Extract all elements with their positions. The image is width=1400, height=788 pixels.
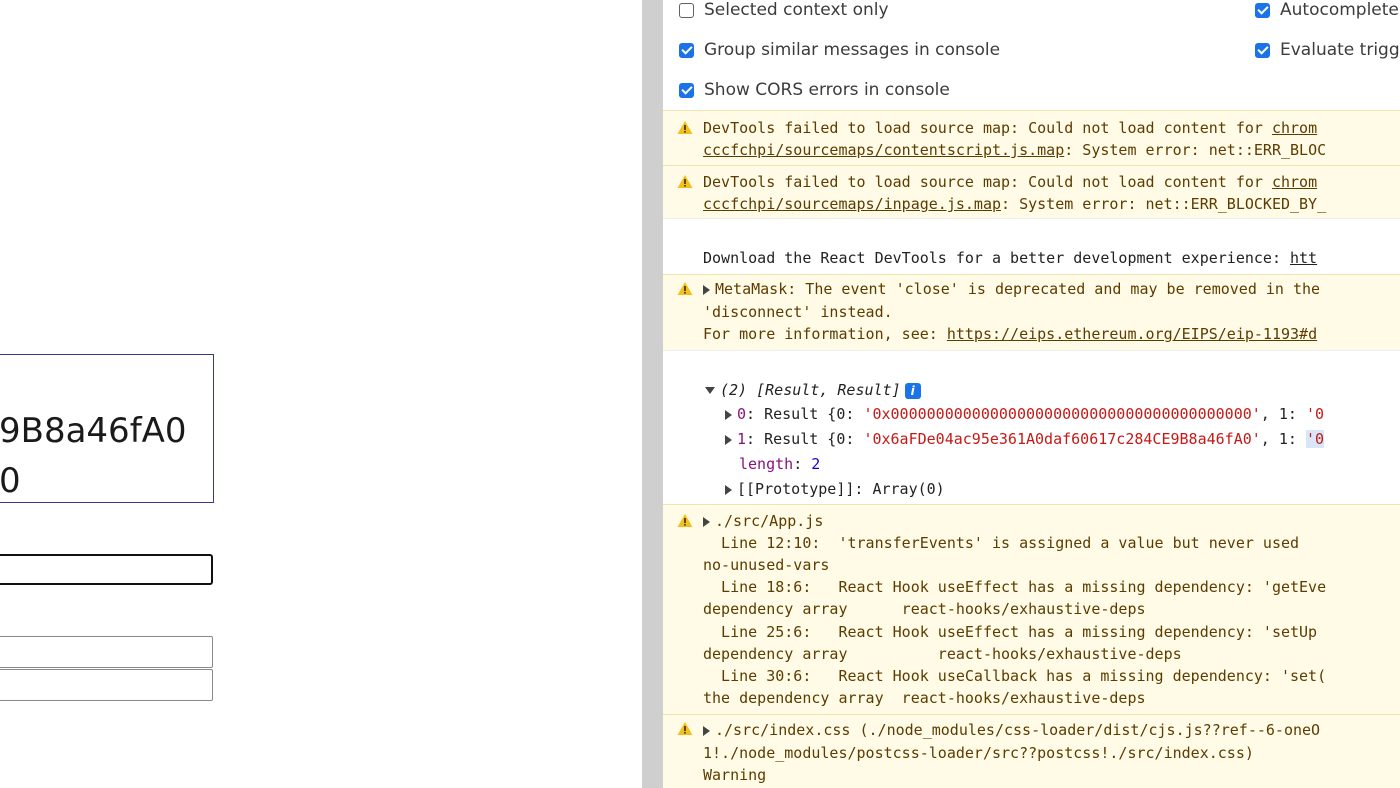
array-prototype[interactable]: [[Prototype]]: Array(0)	[725, 480, 945, 498]
address-display-box: 9B8a46fA0 0	[0, 354, 214, 503]
expand-triangle-icon[interactable]	[703, 284, 710, 295]
checkbox-selected-context-only[interactable]	[679, 2, 694, 18]
expand-triangle-icon[interactable]	[725, 409, 732, 420]
message-text: MetaMask: The event 'close' is deprecate…	[715, 280, 1321, 298]
lint-line: no-unused-vars	[703, 556, 830, 574]
warning-icon	[677, 121, 693, 134]
setting-selected-context-only[interactable]: Selected context only	[679, 0, 889, 20]
message-text: Download the React DevTools for a better…	[703, 249, 1290, 267]
setting-evaluate-triggers[interactable]: Evaluate trigg	[1255, 40, 1400, 60]
array-summary: (2) [Result, Result]	[720, 381, 901, 399]
console-warning-appjs: ./src/App.js Line 12:10: 'transferEvents…	[663, 504, 1400, 714]
message-text: : System error: net::ERR_BLOC	[1064, 141, 1327, 159]
message-text: : System error: net::ERR_BLOCKED_BY_	[1001, 195, 1327, 213]
warning-title: ./src/App.js	[715, 512, 824, 530]
setting-label: Selected context only	[704, 0, 889, 20]
checkbox-group-similar[interactable]	[679, 42, 694, 58]
expand-triangle-icon[interactable]	[703, 516, 710, 527]
address-line-1: 9B8a46fA0	[0, 411, 187, 451]
lint-line: Line 25:6: React Hook useEffect has a mi…	[703, 623, 1318, 641]
lint-line: Line 18:6: React Hook useEffect has a mi…	[703, 578, 1327, 596]
text-input-3[interactable]	[0, 669, 213, 701]
message-text: DevTools failed to load source map: Coul…	[703, 119, 1272, 137]
setting-autocomplete[interactable]: Autocomplete	[1255, 0, 1399, 20]
console-log-result-array: (2) [Result, Result] i 0: Result {0: '0x0…	[663, 350, 1400, 504]
setting-label: Evaluate trigg	[1280, 40, 1400, 60]
address-line-2: 0	[0, 461, 21, 501]
text-input-2[interactable]	[0, 636, 213, 668]
info-icon: i	[904, 382, 921, 399]
setting-label: Show CORS errors in console	[704, 80, 950, 100]
message-text: DevTools failed to load source map: Coul…	[703, 173, 1272, 191]
text-input-focused[interactable]	[0, 554, 213, 585]
console-warning-metamask: MetaMask: The event 'close' is deprecate…	[663, 274, 1400, 350]
eip-link[interactable]: https://eips.ethereum.org/EIPS/eip-1193#…	[947, 325, 1317, 343]
collapse-triangle-icon[interactable]	[705, 387, 715, 394]
console-warning-sourcemap-inpage: DevTools failed to load source map: Coul…	[663, 165, 1400, 218]
expand-triangle-icon[interactable]	[725, 484, 732, 495]
expand-triangle-icon[interactable]	[703, 725, 710, 736]
array-length: length: 2	[739, 455, 821, 473]
checkbox-autocomplete[interactable]	[1255, 2, 1270, 18]
message-text: 1!./node_modules/postcss-loader/src??pos…	[703, 744, 1254, 762]
source-link[interactable]: chrom	[1272, 119, 1317, 137]
page-content: 9B8a46fA0 0	[0, 0, 642, 788]
checkbox-evaluate-triggers[interactable]	[1255, 42, 1270, 58]
source-link[interactable]: chrom	[1272, 173, 1317, 191]
setting-label: Autocomplete	[1280, 0, 1399, 20]
console-warning-sourcemap-contentscript: DevTools failed to load source map: Coul…	[663, 110, 1400, 165]
react-devtools-link[interactable]: htt	[1290, 249, 1317, 267]
message-text: For more information, see:	[703, 325, 947, 343]
message-text: 'disconnect' instead.	[703, 303, 893, 321]
setting-label: Group similar messages in console	[704, 40, 1001, 60]
expand-triangle-icon[interactable]	[725, 434, 732, 445]
setting-show-cors-errors[interactable]: Show CORS errors in console	[679, 80, 950, 100]
devtools-resize-handle[interactable]	[642, 0, 663, 788]
sourcemap-link[interactable]: cccfchpi/sourcemaps/contentscript.js.map	[703, 141, 1064, 159]
array-row-1[interactable]: 1: Result {0: '0x6aFDe04ac95e361A0daf606…	[725, 430, 1325, 448]
devtools-console-panel: Selected context only Autocomplete Group…	[663, 0, 1400, 788]
sourcemap-link[interactable]: cccfchpi/sourcemaps/inpage.js.map	[703, 195, 1001, 213]
console-warning-indexcss: ./src/index.css (./node_modules/css-load…	[663, 714, 1400, 788]
warning-icon	[677, 282, 693, 295]
lint-line: Line 12:10: 'transferEvents' is assigned…	[703, 534, 1300, 552]
warning-title: ./src/index.css (./node_modules/css-load…	[715, 721, 1321, 739]
array-header[interactable]: (2) [Result, Result] i	[705, 381, 921, 399]
message-text: Warning	[703, 766, 767, 784]
lint-line: dependency array react-hooks/exhaustive-…	[703, 645, 1182, 663]
console-log-react-devtools: Download the React DevTools for a better…	[663, 218, 1400, 274]
warning-icon	[677, 722, 693, 735]
warning-icon	[677, 514, 693, 527]
lint-line: Line 30:6: React Hook useCallback has a …	[703, 667, 1327, 685]
lint-line: the dependency array react-hooks/exhaust…	[703, 689, 1146, 707]
warning-icon	[677, 175, 693, 188]
setting-group-similar[interactable]: Group similar messages in console	[679, 40, 1000, 60]
checkbox-show-cors-errors[interactable]	[679, 82, 694, 98]
lint-line: dependency array react-hooks/exhaustive-…	[703, 600, 1146, 618]
array-row-0[interactable]: 0: Result {0: '0x00000000000000000000000…	[725, 405, 1324, 423]
